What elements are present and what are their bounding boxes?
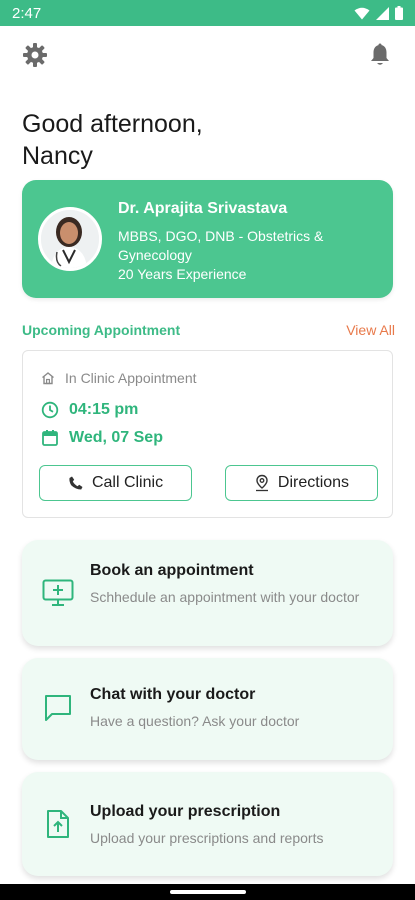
upload-prescription-card[interactable]: Upload your prescription Upload your pre… [22, 772, 393, 876]
book-appointment-card[interactable]: Book an appointment Schhedule an appoint… [22, 540, 393, 646]
status-time: 2:47 [12, 4, 42, 22]
signal-icon [376, 6, 389, 20]
location-pin-icon [255, 474, 268, 492]
action-subtitle: Upload your prescriptions and reports [90, 830, 324, 846]
home-icon [42, 372, 54, 385]
directions-label: Directions [277, 474, 350, 491]
section-title: Upcoming Appointment [22, 322, 181, 338]
chat-icon [42, 692, 74, 724]
call-clinic-button[interactable]: Call Clinic [39, 465, 192, 501]
monitor-plus-icon [42, 577, 74, 609]
gear-icon [23, 43, 47, 67]
calendar-icon [42, 430, 58, 446]
chat-doctor-card[interactable]: Chat with your doctor Have a question? A… [22, 658, 393, 760]
call-clinic-label: Call Clinic [91, 474, 164, 491]
upcoming-section-header: Upcoming Appointment View All [22, 322, 395, 338]
upload-file-icon [42, 808, 74, 840]
doctor-card[interactable]: Dr. Aprajita Srivastava MBBS, DGO, DNB -… [22, 180, 393, 298]
action-title: Chat with your doctor [90, 686, 256, 703]
wifi-icon [354, 7, 370, 19]
notifications-button[interactable] [365, 40, 395, 70]
appointment-type: In Clinic Appointment [41, 370, 197, 386]
doctor-qualifications: MBBS, DGO, DNB - Obstetrics & Gynecology [118, 228, 324, 263]
user-name: Nancy [22, 142, 93, 170]
clock-icon [41, 401, 59, 419]
chat-doctor-text: Chat with your doctor Have a question? A… [90, 686, 377, 730]
doctor-name: Dr. Aprajita Srivastava [118, 200, 288, 217]
doctor-experience: 20 Years Experience [118, 266, 247, 282]
doctor-photo [41, 210, 99, 268]
view-all-link[interactable]: View All [346, 322, 395, 338]
system-nav-bar [0, 884, 415, 900]
greeting: Good afternoon, Nancy [22, 108, 203, 172]
phone-icon [69, 476, 83, 490]
appointment-time-value: 04:15 pm [69, 401, 139, 418]
upload-prescription-text: Upload your prescription Upload your pre… [90, 803, 377, 847]
doctor-avatar [38, 207, 102, 271]
greeting-line: Good afternoon, [22, 110, 203, 138]
bell-icon [371, 43, 389, 65]
settings-button[interactable] [20, 40, 50, 70]
appointment-card: In Clinic Appointment 04:15 pm Wed, 07 S… [22, 350, 393, 518]
action-subtitle: Have a question? Ask your doctor [90, 713, 300, 729]
action-title: Book an appointment [90, 562, 254, 579]
status-icons [354, 6, 403, 20]
action-title: Upload your prescription [90, 803, 281, 820]
appointment-time: 04:15 pm [41, 401, 138, 419]
battery-icon [395, 6, 403, 20]
home-gesture-handle[interactable] [170, 890, 246, 894]
status-bar: 2:47 [0, 0, 415, 26]
action-subtitle: Schhedule an appointment with your docto… [90, 589, 360, 605]
top-bar [20, 38, 395, 72]
appointment-date: Wed, 07 Sep [41, 429, 163, 447]
doctor-info: Dr. Aprajita Srivastava MBBS, DGO, DNB -… [118, 200, 381, 284]
book-appointment-text: Book an appointment Schhedule an appoint… [90, 562, 377, 606]
appointment-date-value: Wed, 07 Sep [69, 429, 163, 446]
appointment-type-label: In Clinic Appointment [65, 370, 197, 386]
directions-button[interactable]: Directions [225, 465, 378, 501]
